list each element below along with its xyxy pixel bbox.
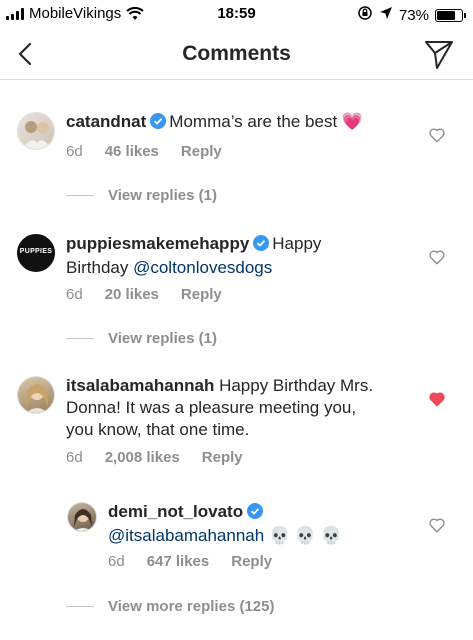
comment-text: puppiesmakemehappy Happy Birthday @colton…: [66, 233, 406, 279]
like-button[interactable]: [428, 390, 448, 410]
likes-count[interactable]: 20 likes: [105, 286, 159, 303]
comment-body: Happy Birthday Mrs.: [219, 376, 374, 395]
view-replies-button[interactable]: View replies (1): [66, 187, 217, 204]
heart-outline-icon: [429, 128, 445, 143]
comment-body: Momma’s are the best 💗: [169, 112, 364, 131]
avatar[interactable]: [67, 502, 97, 532]
avatar[interactable]: [17, 112, 55, 150]
comment-username[interactable]: itsalabamahannah: [66, 376, 214, 395]
reply-button[interactable]: Reply: [181, 143, 222, 160]
heart-outline-icon: [429, 250, 445, 265]
direct-send-icon: [425, 41, 453, 69]
heart-filled-icon: [429, 392, 445, 407]
location-icon: [379, 6, 393, 24]
rotation-lock-icon: [357, 5, 373, 25]
like-button[interactable]: [428, 126, 448, 146]
reply-item: demi_not_lovato @itsalabamahannah 💀 💀 💀 …: [0, 490, 473, 585]
comment-meta: 6d 2,008 likes Reply: [66, 449, 243, 466]
reply-thread-line: [66, 195, 94, 196]
comment-body: Happy: [272, 234, 322, 253]
verified-badge-icon: [253, 235, 270, 257]
comment-meta: 6d 46 likes Reply: [66, 143, 222, 160]
direct-send-button[interactable]: [423, 38, 455, 70]
comment-item: catandnat Momma’s are the best 💗 6d 46 li…: [0, 100, 473, 210]
comment-body-line3: you know, that one time.: [66, 420, 250, 439]
heart-outline-icon: [429, 518, 445, 533]
likes-count[interactable]: 46 likes: [105, 143, 159, 160]
comment-meta: 6d 20 likes Reply: [66, 286, 222, 303]
comment-username[interactable]: demi_not_lovato: [108, 502, 243, 521]
comment-meta: 6d 647 likes Reply: [108, 553, 272, 570]
comment-text: catandnat Momma’s are the best 💗: [66, 111, 396, 135]
avatar[interactable]: PUPPIES: [17, 234, 55, 272]
comment-text: itsalabamahannah Happy Birthday Mrs. Don…: [66, 375, 416, 441]
comment-item: PUPPIES puppiesmakemehappy Happy Birthday…: [0, 222, 473, 352]
battery-level: [437, 10, 455, 20]
likes-count[interactable]: 2,008 likes: [105, 449, 180, 466]
view-more-replies-button[interactable]: View more replies (125): [66, 598, 274, 615]
header: Comments: [0, 30, 473, 80]
verified-badge-icon: [247, 503, 264, 525]
comment-body-line2: Birthday: [66, 258, 134, 277]
view-more-replies-label: View more replies (125): [108, 598, 275, 615]
view-replies-button[interactable]: View replies (1): [66, 330, 217, 347]
verified-badge-icon: [150, 113, 167, 135]
reply-thread-line: [66, 606, 94, 607]
reply-thread-line: [66, 338, 94, 339]
comment-body-line2: Donna! It was a pleasure meeting you,: [66, 398, 357, 417]
status-right: 73%: [357, 5, 466, 25]
mention-link[interactable]: @coltonlovesdogs: [133, 258, 272, 277]
reply-button[interactable]: Reply: [231, 553, 272, 570]
comment-body: 💀 💀 💀: [268, 526, 342, 545]
comment-username[interactable]: puppiesmakemehappy: [66, 234, 249, 253]
avatar-logo-text: PUPPIES: [19, 248, 53, 255]
view-replies-label: View replies (1): [108, 330, 217, 347]
comment-time: 6d: [66, 143, 83, 160]
likes-count[interactable]: 647 likes: [147, 553, 210, 570]
comment-time: 6d: [66, 449, 83, 466]
mention-link[interactable]: @itsalabamahannah: [108, 526, 264, 545]
comment-username[interactable]: catandnat: [66, 112, 146, 131]
battery-icon: [435, 8, 466, 22]
comment-text: demi_not_lovato @itsalabamahannah 💀 💀 💀: [108, 501, 408, 547]
view-replies-label: View replies (1): [108, 187, 217, 204]
like-button[interactable]: [428, 516, 448, 536]
like-button[interactable]: [428, 248, 448, 268]
reply-button[interactable]: Reply: [202, 449, 243, 466]
avatar[interactable]: [17, 376, 55, 414]
status-bar: MobileVikings 18:59 73%: [0, 0, 473, 30]
page-title: Comments: [182, 42, 291, 65]
battery-percent: 73%: [398, 6, 429, 24]
comment-time: 6d: [66, 286, 83, 303]
comment-time: 6d: [108, 553, 125, 570]
comment-item: itsalabamahannah Happy Birthday Mrs. Don…: [0, 364, 473, 474]
reply-button[interactable]: Reply: [181, 286, 222, 303]
